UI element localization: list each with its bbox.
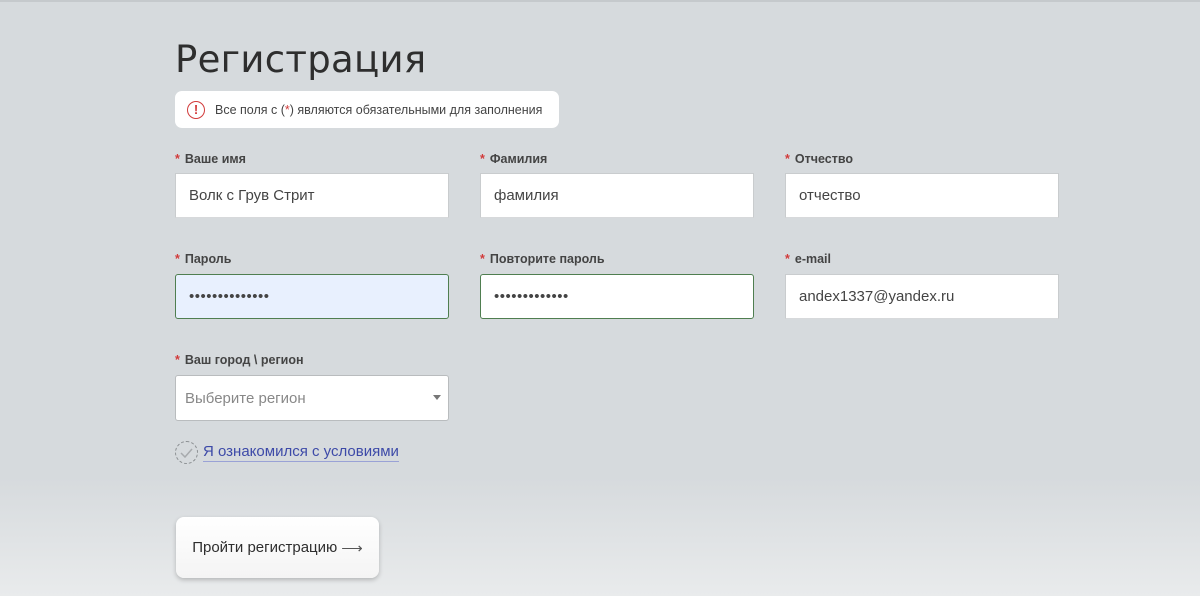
region-label: * Ваш город \ регион <box>175 353 304 367</box>
middle-name-placeholder: отчество <box>799 187 861 204</box>
email-value: andex1337@yandex.ru <box>799 288 955 305</box>
required-mark: * <box>480 152 485 166</box>
required-mark: * <box>480 252 485 266</box>
first-name-field[interactable]: Волк с Грув Стрит <box>175 173 449 218</box>
last-name-label: * Фамилия <box>480 152 548 166</box>
notice-text-before: Все поля с ( <box>215 102 285 117</box>
register-button[interactable]: Пройти регистрацию ⟶ <box>176 517 379 578</box>
dropdown-arrow-icon <box>433 395 441 400</box>
password-field[interactable]: •••••••••••••• <box>175 274 449 319</box>
password-repeat-field[interactable]: ••••••••••••• <box>480 274 754 319</box>
password-repeat-label: * Повторите пароль <box>480 252 605 266</box>
required-mark: * <box>785 152 790 166</box>
last-name-field[interactable]: фамилия <box>480 173 754 218</box>
page-title: Регистрация <box>175 38 427 81</box>
region-select[interactable]: Выберите регион <box>175 375 449 421</box>
required-mark: * <box>175 152 180 166</box>
required-mark: * <box>175 353 180 367</box>
first-name-label: * Ваше имя <box>175 152 246 166</box>
email-label: * e-mail <box>785 252 832 266</box>
top-divider <box>0 0 1200 2</box>
password-repeat-masked-value: ••••••••••••• <box>494 288 569 305</box>
middle-name-label: * Отчество <box>785 152 853 166</box>
password-masked-value: •••••••••••••• <box>189 288 270 305</box>
required-mark: * <box>785 252 790 266</box>
exclamation-icon: ! <box>187 100 205 119</box>
arrow-right-icon: ⟶ <box>341 539 363 557</box>
email-field[interactable]: andex1337@yandex.ru <box>785 274 1059 319</box>
terms-checkbox[interactable] <box>175 441 198 464</box>
terms-link[interactable]: Я ознакомился с условиями <box>203 443 399 462</box>
checkmark-icon <box>180 448 193 458</box>
last-name-placeholder: фамилия <box>494 187 559 204</box>
required-mark: * <box>175 252 180 266</box>
middle-name-field[interactable]: отчество <box>785 173 1059 218</box>
register-button-label: Пройти регистрацию <box>192 539 338 556</box>
region-placeholder: Выберите регион <box>185 389 306 407</box>
password-label: * Пароль <box>175 252 232 266</box>
required-fields-notice: ! Все поля с ( * ) являются обязательным… <box>175 91 559 128</box>
first-name-value: Волк с Грув Стрит <box>189 187 315 204</box>
notice-text-after: ) являются обязательными для заполнения <box>289 102 543 117</box>
